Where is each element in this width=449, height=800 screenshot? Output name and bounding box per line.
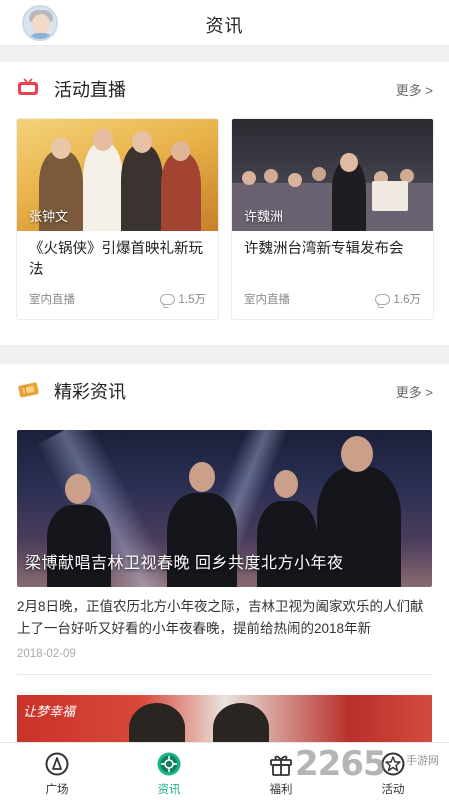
tv-icon	[18, 78, 38, 95]
news-next-caption: 让梦幸福	[23, 704, 76, 719]
news-icon	[157, 752, 181, 776]
plaza-icon	[45, 752, 69, 776]
tab-label: 广场	[45, 784, 69, 796]
news-section-header: 精彩资讯 更多 >	[0, 364, 449, 414]
page-title: 资讯	[205, 16, 244, 36]
comment-icon	[374, 293, 390, 305]
news-featured-date: 2018-02-09	[17, 648, 76, 660]
news-featured-image[interactable]: 梁博献唱吉林卫视春晚 回乡共度北方小年夜	[17, 430, 432, 587]
ticket-icon	[18, 382, 39, 398]
watermark-text: 手游网	[406, 755, 439, 767]
live-card[interactable]: 许魏洲 许魏洲台湾新专辑发布会 室内直播 1.6万	[231, 118, 434, 320]
tab-label: 资讯	[157, 784, 181, 796]
live-card-thumbnail: 许魏洲	[232, 119, 433, 231]
live-card-title: 《火锅侠》引爆首映礼新玩法	[29, 241, 203, 278]
live-card-host: 张钟文	[29, 209, 69, 224]
news-section-title: 精彩资讯	[54, 382, 126, 402]
divider	[17, 674, 432, 675]
live-card-type: 室内直播	[244, 294, 290, 306]
live-section-header: 活动直播 更多 >	[0, 62, 449, 112]
live-card-viewer-count: 1.6万	[393, 294, 422, 306]
comment-icon	[159, 293, 175, 305]
live-card-type: 室内直播	[29, 294, 75, 306]
news-section: 精彩资讯 更多 > 梁博献唱吉林卫视春晚 回乡共度北方小年夜 2月8日晚，正值农…	[0, 364, 449, 742]
top-bar: 资讯	[0, 0, 449, 46]
live-card-host: 许魏洲	[244, 209, 284, 224]
live-section: 活动直播 更多 > 张钟文 《火锅侠》引爆首映礼新玩法 室内直播 1.5万 许魏…	[0, 62, 449, 345]
live-card-viewer-count: 1.5万	[178, 294, 207, 306]
gift-icon	[270, 755, 292, 776]
site-watermark: 2265 手游网	[295, 744, 445, 786]
live-card-viewers: 1.5万	[159, 291, 207, 307]
live-card-thumbnail: 张钟文	[17, 119, 218, 231]
news-next-thumbnail[interactable]: 让梦幸福	[17, 695, 432, 742]
live-card-viewers: 1.6万	[374, 291, 422, 307]
live-section-title: 活动直播	[54, 80, 126, 100]
news-featured-caption: 梁博献唱吉林卫视春晚 回乡共度北方小年夜	[25, 555, 344, 572]
news-featured-summary[interactable]: 2月8日晚，正值农历北方小年夜之际，吉林卫视为阖家欢乐的人们献上了一台好听又好看…	[17, 596, 432, 640]
live-card[interactable]: 张钟文 《火锅侠》引爆首映礼新玩法 室内直播 1.5万	[16, 118, 219, 320]
live-card-title: 许魏洲台湾新专辑发布会	[244, 241, 404, 257]
watermark-number: 2265	[295, 744, 387, 784]
tab-news[interactable]: 资讯	[129, 743, 209, 800]
tab-plaza[interactable]: 广场	[17, 743, 97, 800]
news-more-link[interactable]: 更多 >	[396, 382, 433, 401]
live-more-link[interactable]: 更多 >	[396, 80, 433, 99]
